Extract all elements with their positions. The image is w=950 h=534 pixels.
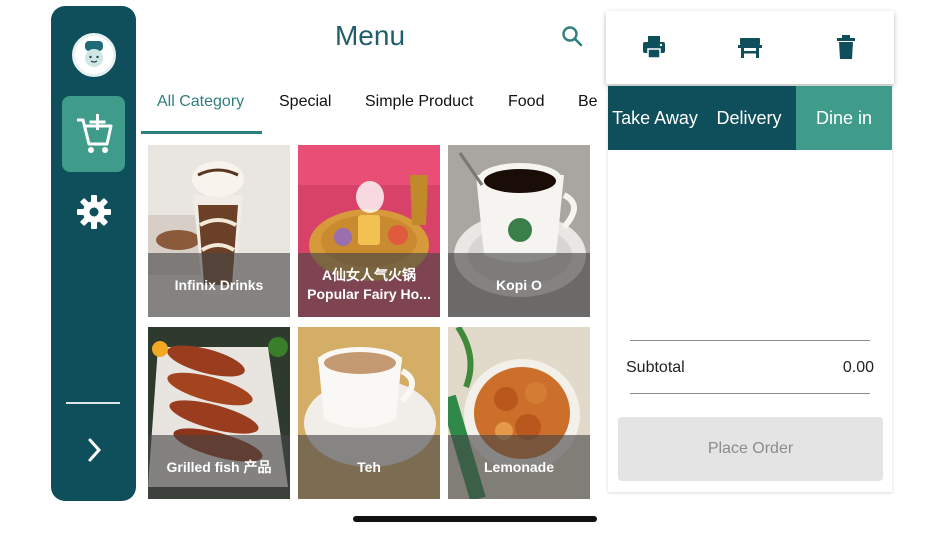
product-card[interactable]: A仙女人气火锅 Popular Fairy Ho... xyxy=(298,145,440,317)
product-card[interactable]: Infinix Drinks xyxy=(148,145,290,317)
divider xyxy=(630,340,870,341)
subtotal-label: Subtotal xyxy=(626,359,685,376)
tab-special[interactable]: Special xyxy=(279,86,331,134)
order-type-take-away[interactable]: Take Away xyxy=(608,86,702,150)
add-to-cart-button[interactable] xyxy=(62,96,125,172)
sidebar-divider xyxy=(66,402,120,404)
divider xyxy=(630,393,870,394)
product-name: Lemonade xyxy=(483,458,554,475)
search-icon xyxy=(562,26,583,47)
home-indicator[interactable] xyxy=(353,516,597,522)
tab-simple-product[interactable]: Simple Product xyxy=(365,86,474,134)
place-order-button[interactable]: Place Order xyxy=(618,417,883,481)
gear-icon xyxy=(76,195,111,229)
tab-all-category[interactable]: All Category xyxy=(157,86,244,134)
product-name: Infinix Drinks xyxy=(174,276,264,293)
chevron-right-icon xyxy=(88,438,101,462)
tab-food[interactable]: Food xyxy=(508,86,544,134)
order-type-delivery[interactable]: Delivery xyxy=(702,86,796,150)
expand-sidebar-button[interactable] xyxy=(62,412,125,488)
trash-icon xyxy=(837,35,855,59)
add-to-cart-icon xyxy=(76,114,112,153)
printer-icon xyxy=(643,36,665,59)
subtotal-value: 0.00 xyxy=(842,359,874,376)
delete-button[interactable] xyxy=(833,34,859,60)
table-icon xyxy=(738,38,762,58)
product-name: Kopi O xyxy=(496,276,542,293)
product-card[interactable]: Kopi O xyxy=(448,145,590,317)
order-toolbar xyxy=(606,11,894,84)
active-tab-indicator xyxy=(141,131,262,134)
search-button[interactable] xyxy=(560,24,584,48)
category-tabs: All Category Special Simple Product Food… xyxy=(141,86,597,136)
tab-beverage[interactable]: Be xyxy=(578,86,597,134)
product-card[interactable]: Grilled fish 产品 xyxy=(148,327,290,499)
order-panel: Take Away Delivery Dine in Subtotal 0.00… xyxy=(608,86,892,492)
order-type-dine-in[interactable]: Dine in xyxy=(796,86,892,150)
product-name: Grilled fish 产品 xyxy=(166,458,272,475)
product-name: Teh xyxy=(357,458,381,475)
sidebar xyxy=(51,6,136,501)
product-card[interactable]: Teh xyxy=(298,327,440,499)
print-button[interactable] xyxy=(641,34,667,60)
product-name: A仙女人气火锅 Popular Fairy Ho... xyxy=(307,267,431,302)
product-card[interactable]: Lemonade xyxy=(448,327,590,499)
settings-button[interactable] xyxy=(62,174,125,250)
table-button[interactable] xyxy=(737,34,763,60)
